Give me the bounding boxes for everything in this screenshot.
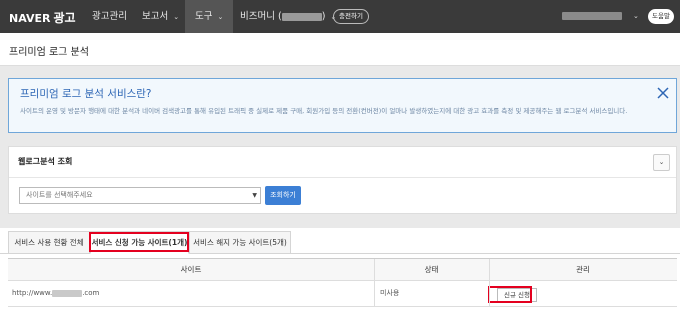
site-select-placeholder: 사이트를 선택해주세요 (26, 191, 93, 199)
column-divider (374, 259, 375, 281)
service-info-box: 프리미엄 로그 분석 서비스란? 사이트의 운영 및 방문자 행태에 대한 분석… (8, 78, 677, 133)
chevron-down-icon: ⌄ (658, 158, 665, 166)
column-divider (489, 281, 490, 306)
page-title-bar: 프리미엄 로그 분석 (0, 33, 680, 66)
weblog-query-panel: 웹로그분석 조회 ⌄ 사이트를 선택해주세요 ▼ 조회하기 (8, 146, 677, 214)
site-url-suffix: .com (82, 289, 100, 297)
tab-usage-all[interactable]: 서비스 사용 현황 전체 (8, 231, 90, 254)
column-divider (489, 259, 490, 281)
divider (9, 177, 676, 178)
logo-sub: 광고 (53, 11, 76, 25)
column-header-status: 상태 (424, 265, 439, 274)
nav-tools-label: 도구 (195, 11, 213, 22)
chevron-down-icon: ⌄ (173, 13, 180, 21)
tab-cancel-available[interactable]: 서비스 해지 가능 사이트(5개) (189, 231, 291, 254)
chevron-down-icon: ⌄ (217, 13, 224, 21)
nav-ad-manage-label: 광고관리 (92, 11, 127, 22)
info-text: 사이트의 운영 및 방문자 행태에 대한 분석과 네이버 검색광고를 통해 유입… (20, 107, 628, 115)
page-title: 프리미엄 로그 분석 (9, 47, 89, 58)
nav-bizmoney[interactable]: 비즈머니 () ⌄ (240, 0, 336, 33)
site-status: 미사용 (380, 289, 400, 297)
nav-reports[interactable]: 보고서 ⌄ (142, 0, 179, 33)
nav-reports-label: 보고서 (142, 11, 169, 22)
charge-button[interactable]: 충전하기 (333, 9, 369, 24)
top-navigation-bar: NAVER 광고 광고관리 보고서 ⌄ 도구 ⌄ 비즈머니 () ⌄ 충전하기 ⌄ 도움… (0, 0, 680, 33)
site-domain-redacted (52, 289, 83, 297)
site-url: http://www. .com (12, 281, 99, 306)
chevron-down-icon[interactable]: ⌄ (633, 8, 639, 24)
table-header: 사이트 상태 관리 (8, 258, 677, 281)
nav-ad-manage[interactable]: 광고관리 (92, 0, 127, 33)
nav-bizmoney-label: 비즈머니 ( (240, 11, 282, 22)
query-button[interactable]: 조회하기 (265, 186, 301, 205)
help-button[interactable]: 도움말 (648, 9, 674, 24)
account-name-redacted[interactable] (562, 12, 622, 20)
column-header-manage: 관리 (576, 265, 590, 274)
nav-tools[interactable]: 도구 ⌄ (185, 0, 234, 33)
close-icon[interactable] (655, 85, 671, 101)
highlight-box (89, 232, 189, 252)
info-title: 프리미엄 로그 분석 서비스란? (20, 88, 152, 100)
bizmoney-amount-redacted (281, 12, 322, 21)
panel-title: 웹로그분석 조회 (18, 157, 73, 166)
site-select[interactable]: 사이트를 선택해주세요 ▼ (19, 187, 261, 204)
table-row: http://www. .com 미사용 신규 신청 (8, 281, 677, 307)
tabs-table-section: 서비스 사용 현황 전체 서비스 신청 가능 사이트(1개) 서비스 해지 가능… (0, 228, 680, 311)
logo-brand: NAVER (9, 12, 51, 25)
column-divider (374, 281, 375, 306)
site-url-prefix: http://www. (12, 289, 53, 297)
highlight-box (488, 286, 532, 303)
collapse-button[interactable]: ⌄ (653, 154, 670, 171)
dropdown-arrow-icon: ▼ (252, 192, 257, 199)
column-header-site: 사이트 (180, 265, 202, 274)
nav-bizmoney-close: ) (321, 11, 326, 22)
naver-ads-logo[interactable]: NAVER 광고 (9, 9, 76, 26)
